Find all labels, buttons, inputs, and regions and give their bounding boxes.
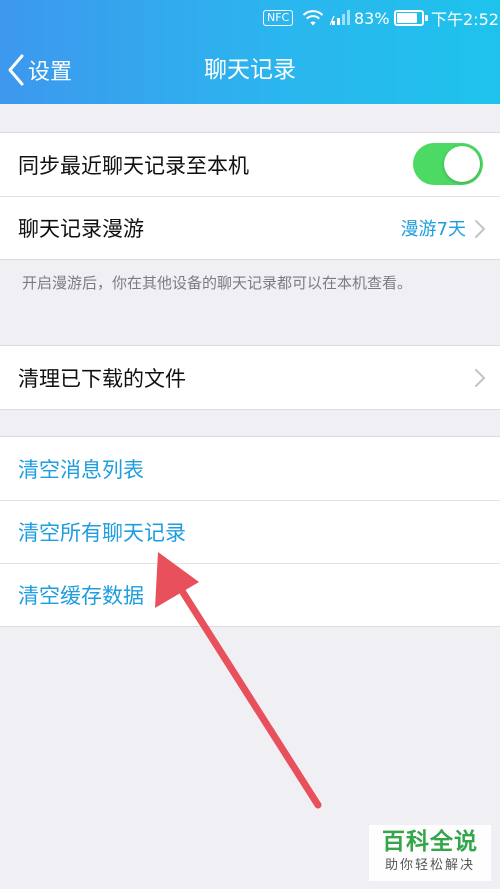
roaming-note: 开启漫游后，你在其他设备的聊天记录都可以在本机查看。 (22, 274, 413, 292)
clear-downloaded-files-row[interactable]: 清理已下载的文件 (0, 346, 500, 409)
status-bar: NFC 83% 下午2:52 (0, 0, 500, 36)
clear-downloaded-files-label: 清理已下载的文件 (18, 366, 186, 391)
clear-message-list-label: 清空消息列表 (18, 457, 144, 482)
chevron-right-icon (475, 369, 485, 387)
nfc-icon: NFC (263, 0, 294, 36)
clear-all-chats-button[interactable]: 清空所有聊天记录 (0, 500, 500, 563)
clear-message-list-button[interactable]: 清空消息列表 (0, 437, 500, 500)
battery-icon (394, 0, 428, 36)
sync-recent-chats-toggle[interactable] (413, 143, 483, 185)
back-button[interactable]: 设置 (6, 50, 72, 90)
back-label: 设置 (28, 60, 73, 85)
wifi-icon (302, 0, 324, 36)
clear-cache-label: 清空缓存数据 (18, 584, 144, 608)
nfc-label: NFC (263, 10, 294, 26)
chevron-left-icon (8, 54, 24, 86)
watermark-logo: 百科全说 助你轻松解决 (369, 825, 491, 881)
sync-recent-chats-row: 同步最近聊天记录至本机 (0, 133, 500, 196)
signal-icon (330, 0, 350, 36)
watermark-subtitle: 助你轻松解决 (384, 858, 475, 873)
toggle-knob (444, 146, 480, 182)
chat-roaming-value: 漫游7天 (400, 219, 466, 240)
battery-percentage: 83% (354, 8, 390, 28)
chevron-right-icon (475, 220, 485, 238)
chat-roaming-row[interactable]: 聊天记录漫游 漫游7天 (0, 196, 500, 259)
sync-settings-group: 同步最近聊天记录至本机 聊天记录漫游 漫游7天 (0, 132, 500, 260)
nav-bar: 设置 聊天记录 (0, 36, 500, 104)
downloaded-files-group: 清理已下载的文件 (0, 345, 500, 410)
chat-roaming-label: 聊天记录漫游 (18, 217, 144, 241)
page-title: 聊天记录 (204, 57, 296, 83)
clear-all-chats-label: 清空所有聊天记录 (18, 521, 186, 545)
app-header: NFC 83% 下午2:52 设置 聊天记录 (0, 0, 500, 104)
sync-recent-chats-label: 同步最近聊天记录至本机 (18, 153, 249, 178)
clear-actions-group: 清空消息列表 清空所有聊天记录 清空缓存数据 (0, 436, 500, 627)
clock: 下午2:52 (431, 10, 499, 29)
watermark-title: 百科全说 (382, 829, 478, 855)
clear-cache-button[interactable]: 清空缓存数据 (0, 563, 500, 626)
